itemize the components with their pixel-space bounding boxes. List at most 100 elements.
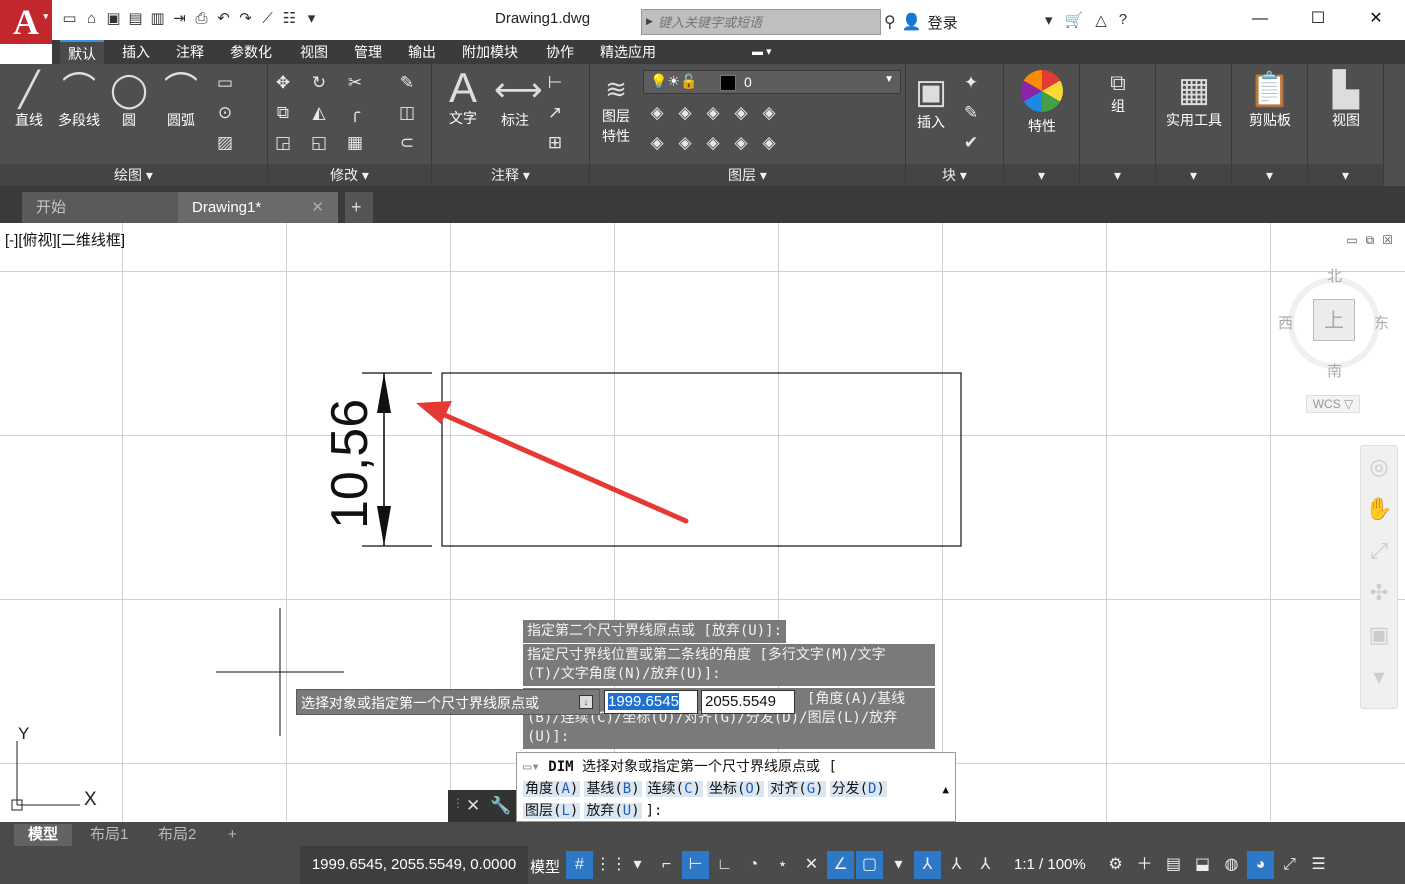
menu-icon[interactable]: ☰ xyxy=(1305,851,1332,879)
option-continue[interactable]: 连续(C) xyxy=(645,781,703,797)
tab-manage[interactable]: 管理 xyxy=(346,40,390,64)
snap-icon[interactable]: ⋮⋮ xyxy=(595,851,627,879)
tab-featured-apps[interactable]: 精选应用 xyxy=(592,40,664,64)
object-snap-icon[interactable]: ▢ xyxy=(856,851,883,879)
ribbon-options-icon[interactable]: ▬ ▾ xyxy=(752,45,772,58)
dropdown-icon[interactable]: ▾ xyxy=(624,851,651,879)
explode-icon[interactable]: ◫ xyxy=(396,102,418,124)
panel-utilities-footer[interactable]: ▾ xyxy=(1156,164,1231,186)
customize-qat-icon[interactable]: ▾ xyxy=(302,9,321,29)
layer-tool-icon[interactable]: ◈ xyxy=(702,132,724,154)
panel-view-footer[interactable]: ▾ xyxy=(1308,164,1383,186)
insert-block-button[interactable]: ▣ 插入 xyxy=(910,72,952,132)
viewport-minimize-icon[interactable]: ▭ xyxy=(1346,233,1357,248)
close-tab-icon[interactable]: ✕ xyxy=(311,192,324,223)
option-baseline[interactable]: 基线(B) xyxy=(584,781,642,797)
tab-addins[interactable]: 附加模块 xyxy=(454,40,526,64)
move-icon[interactable]: ✥ xyxy=(272,72,294,94)
zoom-extents-icon[interactable]: ⤢ xyxy=(1361,530,1397,572)
command-line[interactable]: ▭▾ DIM 选择对象或指定第一个尺寸界线原点或 [ 角度(A) 基线(B) 连续(… xyxy=(516,752,956,822)
layer-tool-icon[interactable]: ◈ xyxy=(674,102,696,124)
tab-layout2[interactable]: 布局2 xyxy=(144,824,210,846)
option-distribute[interactable]: 分发(D) xyxy=(829,781,887,797)
dropdown-icon[interactable]: ▾ xyxy=(1045,11,1053,29)
search-expand-icon[interactable]: ▶ xyxy=(646,16,653,27)
dynamic-input-y[interactable]: 2055.5549 xyxy=(701,690,795,714)
option-ordinate[interactable]: 坐标(O) xyxy=(706,781,765,797)
compass-east[interactable]: 东 xyxy=(1374,312,1389,333)
viewport-label[interactable]: [-][俯视][二维线框] xyxy=(5,229,125,250)
orbit-icon[interactable]: ✣ xyxy=(1361,572,1397,614)
lineweight-icon[interactable]: ∠ xyxy=(827,851,854,879)
command-history-toggle-icon[interactable]: ▲ xyxy=(942,779,949,801)
annotation-scale-icon[interactable]: ⅄ xyxy=(972,851,999,879)
tab-start[interactable]: 开始 xyxy=(22,192,180,223)
layer-tool-icon[interactable]: ◈ xyxy=(674,132,696,154)
quick-properties-icon[interactable]: ▤ xyxy=(1160,851,1187,879)
command-close-icon[interactable]: ✕ xyxy=(466,796,480,816)
tab-insert[interactable]: 插入 xyxy=(114,40,158,64)
a360-icon[interactable]: △ xyxy=(1095,11,1107,29)
leader-icon[interactable]: ↗ xyxy=(544,102,566,124)
offset-icon[interactable]: ⊂ xyxy=(396,132,418,154)
web-open-icon[interactable]: ▥ xyxy=(148,9,167,29)
wcs-menu[interactable]: WCS ▽ xyxy=(1306,395,1360,413)
steering-wheel-icon[interactable]: ◎ xyxy=(1361,446,1397,488)
panel-modify-footer[interactable]: 修改 ▾ xyxy=(268,164,431,186)
clipboard-button[interactable]: 📋 剪贴板 xyxy=(1232,70,1308,130)
scale-icon[interactable]: ◱ xyxy=(308,132,330,154)
properties-button[interactable]: 特性 xyxy=(1004,116,1080,136)
arc-button[interactable]: ⌒ 圆弧 xyxy=(158,70,204,130)
create-block-icon[interactable]: ✦ xyxy=(960,72,982,94)
model-space-button[interactable]: 模型 xyxy=(530,856,560,877)
tab-output[interactable]: 输出 xyxy=(400,40,444,64)
layer-tool-icon[interactable]: ◈ xyxy=(758,102,780,124)
panel-clipboard-footer[interactable]: ▾ xyxy=(1232,164,1307,186)
tab-model[interactable]: 模型 xyxy=(14,824,73,846)
layer-tool-icon[interactable]: ◈ xyxy=(758,132,780,154)
drawing-canvas[interactable]: 10,56 Y X [-][俯视][二维线框] ▭ ⧉ ☒ 上 北 南 西 东 … xyxy=(0,223,1405,821)
object-snap-tracking-icon[interactable]: ✕ xyxy=(798,851,825,879)
fillet-icon[interactable]: ╭ xyxy=(344,102,366,124)
circle-button[interactable]: ◯ 圆 xyxy=(106,70,152,130)
layer-tool-icon[interactable]: ◈ xyxy=(730,102,752,124)
hardware-accel-icon[interactable]: ◕ xyxy=(1247,851,1274,879)
tab-layout1[interactable]: 布局1 xyxy=(76,824,142,846)
copy-icon[interactable]: ⧉ xyxy=(272,102,294,124)
tab-default[interactable]: 默认 xyxy=(60,40,104,64)
isolate-objects-icon[interactable]: ◍ xyxy=(1218,851,1245,879)
redo-icon[interactable]: ↷ xyxy=(236,9,255,29)
compass-south[interactable]: 南 xyxy=(1327,360,1342,381)
utilities-button[interactable]: ▦ 实用工具 xyxy=(1156,70,1232,130)
tab-collaborate[interactable]: 协作 xyxy=(538,40,582,64)
line-button[interactable]: ╱ 直线 xyxy=(8,70,50,130)
infer-icon[interactable]: ⌐ xyxy=(653,851,680,879)
match-icon[interactable]: ⟋ xyxy=(258,9,277,29)
maximize-icon[interactable]: ☐ xyxy=(1289,0,1347,38)
coordinate-readout[interactable]: 1999.6545, 2055.5549, 0.0000 xyxy=(300,846,528,884)
publish-icon[interactable]: ⇥ xyxy=(170,9,189,29)
viewcube[interactable]: 上 北 南 西 东 xyxy=(1278,265,1389,380)
panel-block-footer[interactable]: 块 ▾ xyxy=(906,164,1003,186)
rotate-icon[interactable]: ↻ xyxy=(308,72,330,94)
option-angle[interactable]: 角度(A) xyxy=(523,781,581,797)
binoculars-icon[interactable]: ⚲ xyxy=(884,12,896,32)
panel-properties-footer[interactable]: ▾ xyxy=(1004,164,1079,186)
panel-annotation-footer[interactable]: 注释 ▾ xyxy=(432,164,589,186)
group-button[interactable]: ⧉ 组 xyxy=(1080,70,1156,116)
minimize-icon[interactable]: — xyxy=(1231,0,1289,38)
panel-groups-footer[interactable]: ▾ xyxy=(1080,164,1155,186)
view-button[interactable]: ▙ 视图 xyxy=(1308,70,1384,130)
tab-parametric[interactable]: 参数化 xyxy=(222,40,280,64)
grid-icon[interactable]: # xyxy=(566,851,593,879)
add-layout-button[interactable]: + xyxy=(214,824,251,846)
panel-draw-footer[interactable]: 绘图 ▾ xyxy=(0,164,267,186)
showmotion-icon[interactable]: ▣ xyxy=(1361,614,1397,656)
dimension-button[interactable]: ⟷ 标注 xyxy=(494,70,543,130)
dynamic-input-icon[interactable]: ⊢ xyxy=(682,851,709,879)
tab-view[interactable]: 视图 xyxy=(292,40,336,64)
array-icon[interactable]: ▦ xyxy=(344,132,366,154)
layer-tool-icon[interactable]: ◈ xyxy=(646,132,668,154)
clean-screen-icon[interactable]: ⤢ xyxy=(1276,851,1303,879)
annotation-scale[interactable]: 1:1 / 100% xyxy=(1014,856,1086,873)
